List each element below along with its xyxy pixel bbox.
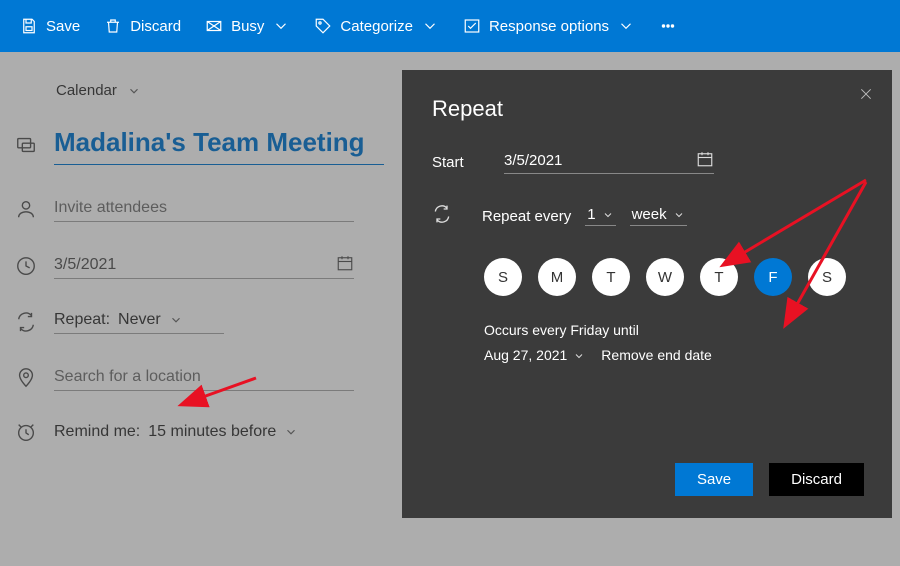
location-icon [15,367,37,389]
location-input[interactable] [54,364,354,391]
repeat-every-label: Repeat every [482,208,571,225]
remove-end-date-link[interactable]: Remove end date [601,343,712,368]
repeat-dialog: Repeat Start 3/5/2021 Repeat every 1 wee… [402,70,892,518]
categorize-dropdown[interactable]: Categorize [314,17,439,35]
occurs-text: Occurs every Friday until [484,318,862,343]
interval-value: 1 [587,206,595,223]
end-date-dropdown[interactable]: Aug 27, 2021 [484,343,585,368]
repeat-label: Repeat: [54,311,110,329]
chevron-down-icon [272,17,290,35]
chevron-down-icon [421,17,439,35]
more-icon [659,17,677,35]
chevron-down-icon [573,350,585,362]
start-date-input[interactable]: 3/5/2021 [504,150,714,174]
response-options-dropdown[interactable]: Response options [463,17,635,35]
repeat-icon [432,204,452,228]
reminder-icon [15,421,37,443]
start-date-value: 3/5/2021 [504,152,562,169]
day-sat[interactable]: S [808,258,846,296]
reminder-dropdown[interactable]: Remind me: 15 minutes before [54,423,298,441]
day-mon[interactable]: M [538,258,576,296]
chevron-down-icon [169,313,183,327]
unit-value: week [632,206,667,223]
weekday-picker: S M T W T F S [484,258,862,296]
busy-label: Busy [231,18,264,35]
discard-label: Discard [130,18,181,35]
day-thu[interactable]: T [700,258,738,296]
status-icon [205,17,223,35]
reminder-value: 15 minutes before [148,423,276,441]
clock-icon [15,255,37,277]
day-tue[interactable]: T [592,258,630,296]
dialog-title: Repeat [432,96,862,122]
chevron-down-icon [617,17,635,35]
save-label: Save [46,18,80,35]
calendar-icon[interactable] [336,254,354,277]
attendees-input[interactable] [54,195,354,222]
categorize-label: Categorize [340,18,413,35]
unit-dropdown[interactable]: week [630,206,687,226]
chat-icon [15,134,37,156]
chevron-down-icon [284,425,298,439]
checklist-icon [463,17,481,35]
end-date-value: Aug 27, 2021 [484,343,567,368]
interval-dropdown[interactable]: 1 [585,206,615,226]
command-bar: Save Discard Busy Categorize Response op… [0,0,900,52]
day-fri[interactable]: F [754,258,792,296]
trash-icon [104,17,122,35]
tag-icon [314,17,332,35]
day-sun[interactable]: S [484,258,522,296]
overflow-button[interactable] [659,17,677,35]
chevron-down-icon [673,209,685,221]
person-icon [15,198,37,220]
calendar-picker-label: Calendar [56,82,117,99]
save-icon [20,17,38,35]
calendar-icon[interactable] [696,150,714,172]
repeat-value: Never [118,311,161,329]
event-title-input[interactable] [54,125,384,165]
chevron-down-icon [127,84,141,98]
repeat-icon [15,311,37,333]
date-input[interactable] [54,252,354,279]
chevron-down-icon [602,209,614,221]
modal-save-button[interactable]: Save [675,463,753,496]
busy-dropdown[interactable]: Busy [205,17,290,35]
repeat-dropdown[interactable]: Repeat: Never [54,309,224,334]
discard-button[interactable]: Discard [104,17,181,35]
close-icon [858,86,874,102]
day-wed[interactable]: W [646,258,684,296]
modal-discard-button[interactable]: Discard [769,463,864,496]
close-button[interactable] [858,86,874,106]
reminder-label: Remind me: [54,423,140,441]
start-label: Start [432,154,484,171]
save-button[interactable]: Save [20,17,80,35]
response-options-label: Response options [489,18,609,35]
